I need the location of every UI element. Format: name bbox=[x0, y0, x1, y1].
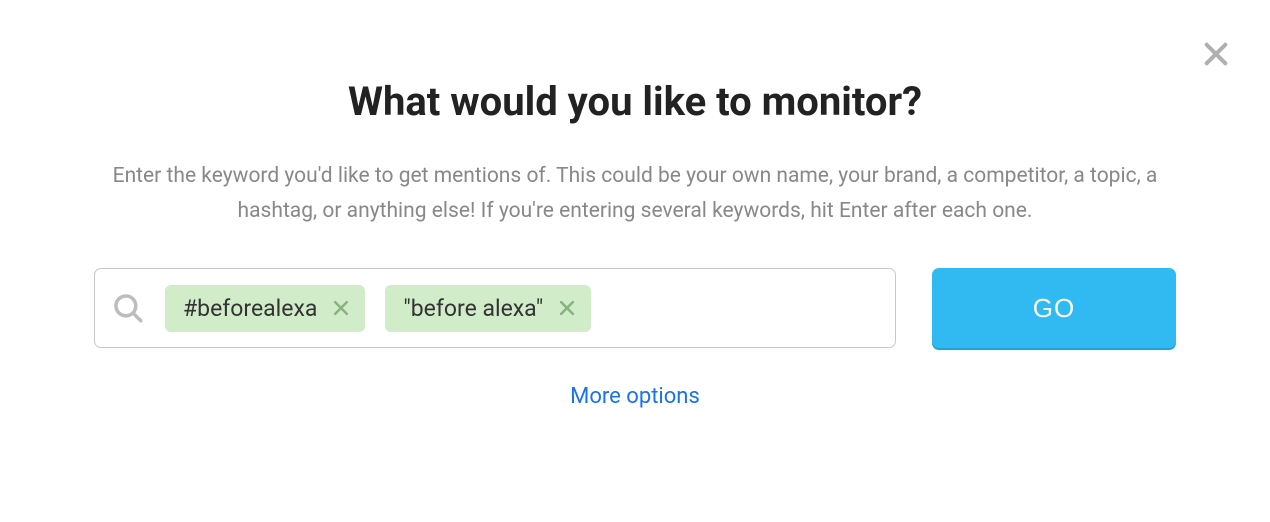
keyword-tag: #beforealexa bbox=[165, 285, 365, 332]
close-button[interactable] bbox=[1200, 38, 1232, 70]
keyword-tag-label: #beforealexa bbox=[183, 295, 317, 322]
search-row: #beforealexa "before alexa" bbox=[0, 268, 1270, 348]
search-icon bbox=[111, 291, 145, 325]
keyword-input-container[interactable]: #beforealexa "before alexa" bbox=[94, 268, 896, 348]
go-button[interactable]: GO bbox=[932, 268, 1176, 348]
keyword-tag-label: "before alexa" bbox=[403, 295, 543, 322]
modal-heading: What would you like to monitor? bbox=[348, 78, 922, 125]
remove-tag-button[interactable] bbox=[557, 298, 577, 318]
keyword-tag: "before alexa" bbox=[385, 285, 591, 332]
monitor-modal: What would you like to monitor? Enter th… bbox=[0, 0, 1270, 409]
tags-container: #beforealexa "before alexa" bbox=[165, 285, 879, 332]
remove-tag-button[interactable] bbox=[331, 298, 351, 318]
modal-description: Enter the keyword you'd like to get ment… bbox=[105, 159, 1165, 228]
more-options-link[interactable]: More options bbox=[570, 384, 700, 409]
keyword-input[interactable] bbox=[611, 295, 879, 321]
